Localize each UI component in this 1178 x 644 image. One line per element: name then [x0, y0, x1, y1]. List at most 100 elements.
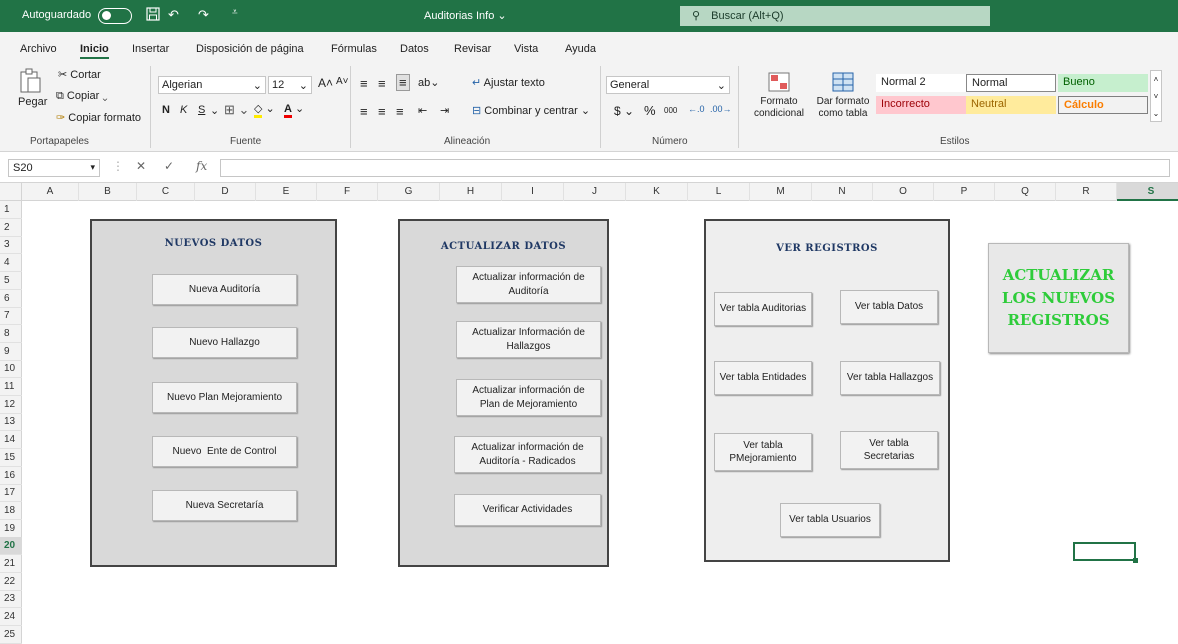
- row-header-13[interactable]: 13: [0, 413, 22, 432]
- currency-button[interactable]: $ ⌄: [614, 104, 634, 118]
- row-header-4[interactable]: 4: [0, 254, 22, 273]
- column-header-l[interactable]: L: [688, 183, 750, 201]
- row-header-2[interactable]: 2: [0, 219, 22, 237]
- font-name-select[interactable]: Algerian ⌄: [158, 76, 266, 94]
- align-center-icon[interactable]: ≡: [378, 104, 386, 119]
- ver-tabla-datos-button[interactable]: Ver tabla Datos: [840, 290, 938, 324]
- row-header-22[interactable]: 22: [0, 573, 22, 591]
- row-header-9[interactable]: 9: [0, 343, 22, 361]
- column-header-r[interactable]: R: [1056, 183, 1117, 201]
- style-cell-6[interactable]: Cálculo: [1058, 96, 1148, 114]
- actualizar-nuevos-registros-button[interactable]: ACTUALIZAR LOS NUEVOS REGISTROS: [988, 243, 1129, 353]
- column-header-o[interactable]: O: [873, 183, 934, 201]
- font-color-icon[interactable]: A ⌄: [284, 102, 304, 118]
- paste-button[interactable]: Pegar: [18, 68, 48, 128]
- style-cell-2[interactable]: Normal: [966, 74, 1056, 92]
- actualizar-hallazgos-button[interactable]: Actualizar Información de Hallazgos: [456, 321, 601, 358]
- ver-tabla-usuarios-button[interactable]: Ver tabla Usuarios: [780, 503, 880, 537]
- nueva-auditoria-button[interactable]: Nueva Auditoría: [152, 274, 297, 305]
- bold-button[interactable]: N: [162, 104, 170, 116]
- column-header-h[interactable]: H: [440, 183, 502, 201]
- fill-color-icon[interactable]: ◇ ⌄: [254, 102, 275, 118]
- ver-tabla-entidades-button[interactable]: Ver tabla Entidades: [714, 361, 812, 395]
- grow-font-icon[interactable]: A˄: [318, 76, 333, 90]
- column-header-i[interactable]: I: [502, 183, 564, 201]
- actualizar-auditoria-radicados-button[interactable]: Actualizar información de Auditoría - Ra…: [454, 436, 601, 473]
- conditional-format-button[interactable]: Formato condicional: [746, 72, 812, 128]
- row-header-12[interactable]: 12: [0, 396, 22, 414]
- fill-handle[interactable]: [1133, 558, 1138, 563]
- ver-tabla-secretarias-button[interactable]: Ver tabla Secretarias: [840, 431, 938, 469]
- column-header-b[interactable]: B: [79, 183, 137, 201]
- copy-button[interactable]: ⧉ Copiar ⌄: [56, 90, 108, 103]
- wrap-text-button[interactable]: ↵ Ajustar texto: [472, 76, 545, 89]
- format-painter-button[interactable]: ✑ Copiar formato: [56, 111, 141, 124]
- row-header-5[interactable]: 5: [0, 272, 22, 290]
- tab-revisar[interactable]: Revisar: [454, 43, 491, 55]
- underline-button[interactable]: S: [198, 104, 205, 116]
- cancel-icon[interactable]: ✕: [136, 159, 146, 173]
- tab-disposicion[interactable]: Disposición de página: [196, 43, 304, 55]
- verificar-actividades-button[interactable]: Verificar Actividades: [454, 494, 601, 526]
- row-header-1[interactable]: 1: [0, 201, 22, 219]
- column-header-a[interactable]: A: [22, 183, 79, 201]
- insert-function-icon[interactable]: fx: [196, 159, 207, 173]
- row-header-11[interactable]: 11: [0, 378, 22, 396]
- shrink-font-icon[interactable]: A˅: [336, 76, 349, 87]
- document-title[interactable]: Auditorias Info ⌄: [424, 9, 507, 22]
- row-header-16[interactable]: 16: [0, 467, 22, 485]
- name-box[interactable]: S20 ▾: [8, 159, 100, 177]
- row-header-7[interactable]: 7: [0, 307, 22, 326]
- column-header-n[interactable]: N: [812, 183, 873, 201]
- tab-datos[interactable]: Datos: [400, 43, 429, 55]
- formula-input[interactable]: [220, 159, 1170, 177]
- row-header-25[interactable]: 25: [0, 626, 22, 644]
- save-icon[interactable]: [146, 7, 160, 21]
- align-right-icon[interactable]: ≡: [396, 104, 404, 119]
- column-header-f[interactable]: F: [317, 183, 378, 201]
- increase-indent-icon[interactable]: ⇥: [440, 104, 449, 117]
- column-header-e[interactable]: E: [256, 183, 317, 201]
- column-header-j[interactable]: J: [564, 183, 626, 201]
- row-header-23[interactable]: 23: [0, 590, 22, 609]
- ver-tabla-pmejoramiento-button[interactable]: Ver tabla PMejoramiento: [714, 433, 812, 471]
- align-bottom-icon[interactable]: ≡: [396, 74, 410, 91]
- italic-button[interactable]: K: [180, 104, 187, 116]
- column-header-m[interactable]: M: [750, 183, 812, 201]
- style-cell-5[interactable]: Neutral: [966, 96, 1056, 114]
- column-header-c[interactable]: C: [137, 183, 195, 201]
- decrease-indent-icon[interactable]: ⇤: [418, 104, 427, 117]
- ver-tabla-hallazgos-button[interactable]: Ver tabla Hallazgos: [840, 361, 940, 395]
- selected-cell-s20[interactable]: [1073, 542, 1138, 563]
- autosave-toggle[interactable]: [98, 8, 132, 24]
- align-top-icon[interactable]: ≡: [360, 76, 368, 91]
- borders-icon[interactable]: ⊞ ⌄: [224, 102, 249, 118]
- tab-formulas[interactable]: Fórmulas: [331, 43, 377, 55]
- select-all-corner[interactable]: [0, 183, 22, 201]
- column-header-d[interactable]: D: [195, 183, 256, 201]
- redo-icon[interactable]: ↷: [198, 7, 209, 23]
- nuevo-ente-control-button[interactable]: Nuevo Ente de Control: [152, 436, 297, 467]
- column-header-q[interactable]: Q: [995, 183, 1056, 201]
- row-header-3[interactable]: 3: [0, 236, 22, 255]
- ver-tabla-auditorias-button[interactable]: Ver tabla Auditorias: [714, 292, 812, 326]
- nuevo-hallazgo-button[interactable]: Nuevo Hallazgo: [152, 327, 297, 358]
- row-header-6[interactable]: 6: [0, 290, 22, 308]
- orientation-icon[interactable]: ab⌄: [418, 76, 439, 89]
- style-cell-1[interactable]: Normal 2: [876, 74, 966, 92]
- row-header-20[interactable]: 20: [0, 537, 22, 556]
- nueva-secretaria-button[interactable]: Nueva Secretaría: [152, 490, 297, 521]
- undo-icon[interactable]: ↶: [168, 7, 179, 23]
- number-format-select[interactable]: General ⌄: [606, 76, 730, 94]
- percent-button[interactable]: %: [644, 103, 656, 118]
- search-box[interactable]: ⚲ Buscar (Alt+Q): [680, 6, 990, 26]
- font-size-select[interactable]: 12 ⌄: [268, 76, 312, 94]
- tab-vista[interactable]: Vista: [514, 43, 538, 55]
- column-header-p[interactable]: P: [934, 183, 995, 201]
- row-header-17[interactable]: 17: [0, 484, 22, 503]
- align-left-icon[interactable]: ≡: [360, 104, 368, 119]
- customize-qat-icon[interactable]: ⩡: [232, 7, 238, 18]
- nuevo-plan-mejoramiento-button[interactable]: Nuevo Plan Mejoramiento: [152, 382, 297, 413]
- underline-dropdown-icon[interactable]: ⌄: [210, 104, 219, 117]
- column-header-k[interactable]: K: [626, 183, 688, 201]
